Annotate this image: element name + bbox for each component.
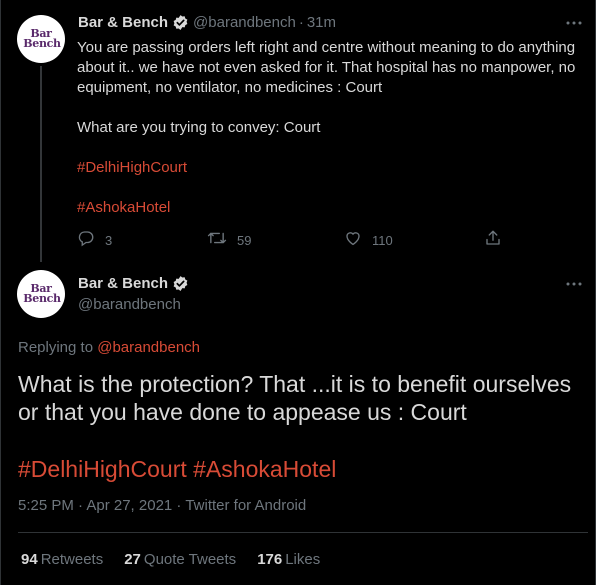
divider bbox=[18, 532, 588, 533]
stat-number: 176 bbox=[257, 551, 283, 568]
display-name[interactable]: Bar & Bench bbox=[78, 275, 168, 292]
reply-button[interactable]: 3 bbox=[77, 229, 112, 252]
like-button[interactable]: 110 bbox=[344, 229, 393, 252]
retweet-count: 59 bbox=[237, 233, 252, 248]
tweet-header: Bar & Bench bbox=[78, 275, 189, 292]
tweet-body: What is the protection? That ...it is to… bbox=[18, 371, 572, 425]
hashtag-links[interactable]: #DelhiHighCourt #AshokaHotel bbox=[18, 455, 336, 483]
more-options-icon[interactable] bbox=[564, 13, 584, 33]
tweet-paragraph: You are passing orders left right and ce… bbox=[77, 39, 576, 96]
stat-number: 27 bbox=[124, 551, 141, 568]
quote-tweets-stat[interactable]: 27 Quote Tweets bbox=[124, 551, 236, 568]
hashtag-link[interactable]: #DelhiHighCourt bbox=[77, 158, 587, 178]
verified-badge-icon bbox=[172, 14, 189, 31]
replying-to-label: Replying to bbox=[18, 339, 94, 356]
tweet-thread: Bar Bench Bar & Bench @barandbench · 31m… bbox=[0, 0, 596, 585]
stat-label: Quote Tweets bbox=[143, 551, 237, 568]
likes-stat[interactable]: 176 Likes bbox=[257, 551, 320, 568]
hashtag-link[interactable]: #AshokaHotel bbox=[77, 198, 587, 218]
retweet-icon bbox=[207, 229, 227, 252]
tweet-actions: 3 59 110 bbox=[77, 229, 507, 251]
avatar-text: Bench bbox=[23, 292, 61, 305]
avatar[interactable]: Bar Bench bbox=[17, 270, 65, 318]
share-icon bbox=[484, 229, 502, 252]
mention-link[interactable]: @barandbench bbox=[97, 339, 200, 356]
retweet-button[interactable]: 59 bbox=[207, 229, 251, 252]
stat-label: Retweets bbox=[40, 551, 104, 568]
more-options-icon[interactable] bbox=[564, 274, 584, 294]
separator: · bbox=[298, 14, 304, 31]
tweet-header: Bar & Bench @barandbench · 31m bbox=[78, 14, 336, 31]
tweet-meta[interactable]: 5:25 PM · Apr 27, 2021 · Twitter for And… bbox=[18, 497, 306, 514]
retweets-stat[interactable]: 94 Retweets bbox=[21, 551, 103, 568]
thread-connector-line bbox=[40, 66, 42, 262]
avatar-text: Bench bbox=[23, 37, 61, 50]
timestamp[interactable]: 31m bbox=[307, 14, 336, 31]
reply-count: 3 bbox=[105, 233, 113, 248]
tweet-paragraph: What are you trying to convey: Court bbox=[77, 119, 321, 136]
heart-icon bbox=[344, 229, 362, 252]
share-button[interactable] bbox=[484, 229, 502, 252]
handle[interactable]: @barandbench bbox=[193, 14, 296, 31]
stat-number: 94 bbox=[21, 551, 38, 568]
parent-tweet[interactable]: Bar Bench Bar & Bench @barandbench · 31m… bbox=[1, 0, 596, 262]
replying-to: Replying to @barandbench bbox=[18, 339, 200, 356]
display-name[interactable]: Bar & Bench bbox=[78, 14, 168, 31]
reply-icon bbox=[77, 229, 95, 252]
tweet-body: You are passing orders left right and ce… bbox=[77, 38, 587, 238]
stat-label: Likes bbox=[285, 551, 321, 568]
engagement-stats: 94 Retweets 27 Quote Tweets 176 Likes bbox=[21, 551, 341, 568]
verified-badge-icon bbox=[172, 275, 189, 292]
avatar[interactable]: Bar Bench bbox=[17, 15, 65, 63]
handle[interactable]: @barandbench bbox=[78, 296, 181, 313]
like-count: 110 bbox=[372, 233, 393, 248]
